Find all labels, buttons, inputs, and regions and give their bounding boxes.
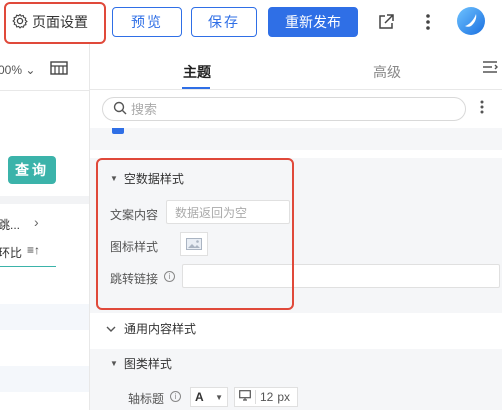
search-input[interactable] — [131, 101, 431, 117]
external-link-icon[interactable] — [374, 10, 398, 34]
page-settings-highlight — [4, 2, 106, 44]
tab-advanced[interactable]: 高级 — [373, 62, 401, 82]
caret-down-icon: ▼ — [110, 359, 118, 368]
divider — [90, 150, 502, 158]
section-header[interactable]: 通用内容样式 — [106, 320, 196, 337]
property-tabs: 主题 高级 — [90, 44, 502, 90]
save-button[interactable]: 保存 — [191, 7, 257, 37]
divider — [0, 90, 89, 91]
axis-title-label: 轴标题 — [128, 392, 165, 406]
sort-icon[interactable]: ≡↑ — [27, 243, 40, 257]
more-vertical-icon[interactable] — [480, 99, 484, 119]
divider — [0, 196, 89, 204]
chevron-down-icon — [106, 322, 116, 336]
top-toolbar: 页面设置 预览 保存 重新发布 — [0, 0, 502, 44]
divider — [255, 390, 256, 404]
active-tab-indicator — [182, 87, 210, 89]
list-item — [100, 128, 502, 150]
divider — [90, 341, 502, 349]
font-select[interactable]: A ▼ — [190, 387, 228, 407]
chevron-right-icon[interactable]: › — [34, 214, 39, 230]
table-icon[interactable] — [50, 60, 68, 76]
section-header[interactable]: ▼ 图类样式 — [110, 355, 172, 372]
info-icon[interactable]: i — [170, 391, 181, 402]
search-box[interactable] — [102, 97, 466, 121]
preview-button[interactable]: 预览 — [112, 7, 182, 37]
jump-text: 跳... — [0, 218, 21, 232]
chart-style-section: ▼ 图类样式 轴标题 i — [100, 349, 502, 410]
query-button[interactable]: 查询 — [8, 156, 56, 184]
section-title: 通用内容样式 — [124, 322, 197, 336]
republish-button[interactable]: 重新发布 — [268, 7, 358, 37]
underline — [0, 266, 56, 267]
checkbox[interactable] — [112, 128, 124, 134]
table-row — [0, 366, 89, 392]
monitor-icon — [239, 390, 251, 404]
collapse-panel-icon[interactable] — [482, 60, 498, 77]
more-vertical-icon[interactable] — [416, 10, 440, 34]
canvas-area: 00% ⌄ 查询 跳... › 环比 ≡↑ — [0, 44, 89, 410]
search-icon — [113, 101, 127, 118]
mom-label: 环比 — [0, 246, 23, 260]
zoom-level[interactable]: 00% ⌄ — [0, 63, 35, 77]
avatar[interactable] — [456, 6, 486, 36]
empty-data-highlight — [96, 158, 294, 310]
caret-down-icon: ▼ — [215, 392, 223, 402]
section-title: 图类样式 — [123, 357, 172, 371]
font-size-input[interactable]: 12 px — [234, 387, 298, 407]
tab-theme[interactable]: 主题 — [183, 62, 211, 82]
table-row — [0, 304, 89, 330]
